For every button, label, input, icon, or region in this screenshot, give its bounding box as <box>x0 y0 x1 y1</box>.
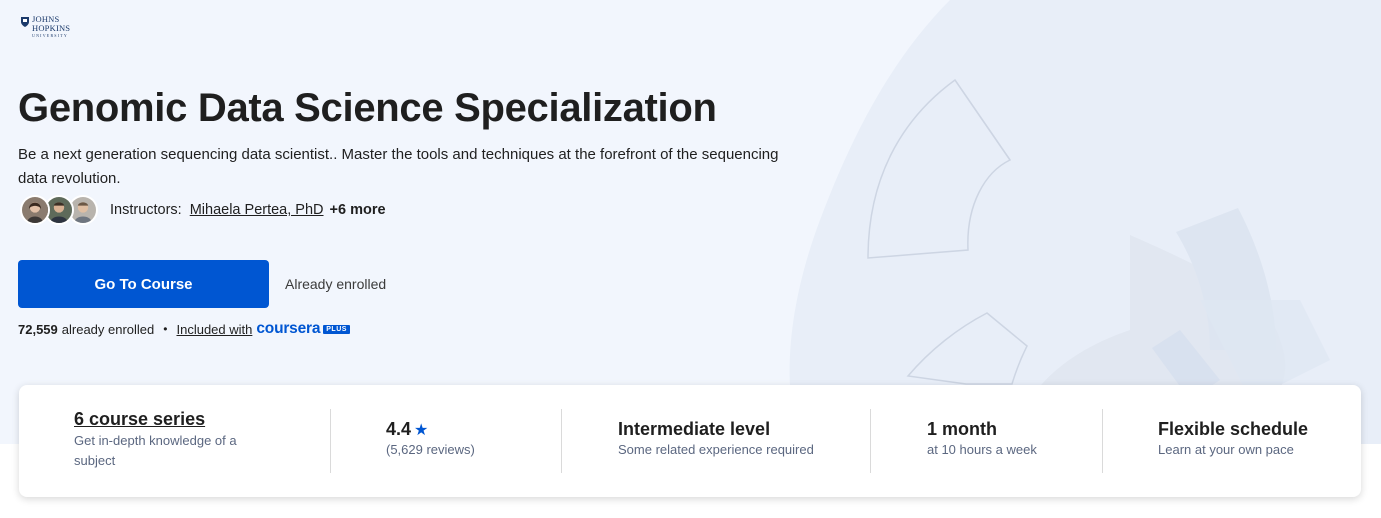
rating-value-row: 4.4 ★ <box>386 419 475 440</box>
level-subtitle: Some related experience required <box>618 442 814 457</box>
schedule-subtitle: Learn at your own pace <box>1158 442 1294 457</box>
instructor-link[interactable]: Mihaela Pertea, PhD <box>190 202 324 218</box>
instructors-label: Instructors: <box>110 202 182 218</box>
more-instructors-link[interactable]: +6 more <box>330 202 386 218</box>
instructor-avatars[interactable] <box>20 195 102 225</box>
enrollment-info: 72,559 already enrolled • Included with … <box>18 320 350 338</box>
university-name: JOHNS HOPKINS UNIVERSITY <box>32 15 70 39</box>
stat-divider <box>330 409 331 473</box>
stat-divider <box>561 409 562 473</box>
stat-schedule: Flexible schedule Learn at your own pace <box>1158 419 1308 518</box>
university-shield-icon <box>21 17 29 27</box>
enrolled-count: 72,559 <box>18 321 58 337</box>
course-series-link[interactable]: 6 course series <box>74 409 259 430</box>
course-description: Be a next generation sequencing data sci… <box>18 146 779 187</box>
stat-rating: 4.4 ★ (5,629 reviews) <box>386 419 475 518</box>
page-title: Genomic Data Science Specialization <box>18 86 717 130</box>
decorative-background-art <box>789 0 1381 444</box>
star-icon: ★ <box>414 422 429 439</box>
hero-banner: JOHNS HOPKINS UNIVERSITY Genomic Data Sc… <box>0 0 1381 444</box>
course-series-subtitle: Get in-depth knowledge of a subject <box>74 433 237 468</box>
enrolled-suffix: already enrolled <box>61 321 155 337</box>
already-enrolled-note: Already enrolled <box>285 276 387 292</box>
stat-course-series: 6 course series Get in-depth knowledge o… <box>74 409 259 518</box>
duration-title: 1 month <box>927 419 997 439</box>
course-stats-card: 6 course series Get in-depth knowledge o… <box>19 385 1361 497</box>
stat-divider <box>870 409 871 473</box>
university-line-2: HOPKINS <box>32 22 71 33</box>
rating-reviews: (5,629 reviews) <box>386 442 475 457</box>
go-to-course-button[interactable]: Go To Course <box>18 260 269 308</box>
stat-level: Intermediate level Some related experien… <box>618 419 814 518</box>
stat-divider <box>1102 409 1103 473</box>
separator-dot: • <box>163 322 168 336</box>
avatar <box>20 195 50 225</box>
stat-duration: 1 month at 10 hours a week <box>927 419 1037 518</box>
university-logo[interactable]: JOHNS HOPKINS UNIVERSITY <box>20 15 70 39</box>
university-line-3: UNIVERSITY <box>32 33 68 38</box>
instructors-row: Instructors: Mihaela Pertea, PhD +6 more <box>20 195 386 225</box>
included-with-link[interactable]: Included with <box>176 322 252 337</box>
schedule-title: Flexible schedule <box>1158 419 1309 439</box>
coursera-plus-logo: coursera <box>256 320 321 337</box>
plus-badge: PLUS <box>323 324 350 334</box>
duration-subtitle: at 10 hours a week <box>927 442 1037 457</box>
level-title: Intermediate level <box>618 419 771 439</box>
rating-value: 4.4 <box>386 419 412 439</box>
